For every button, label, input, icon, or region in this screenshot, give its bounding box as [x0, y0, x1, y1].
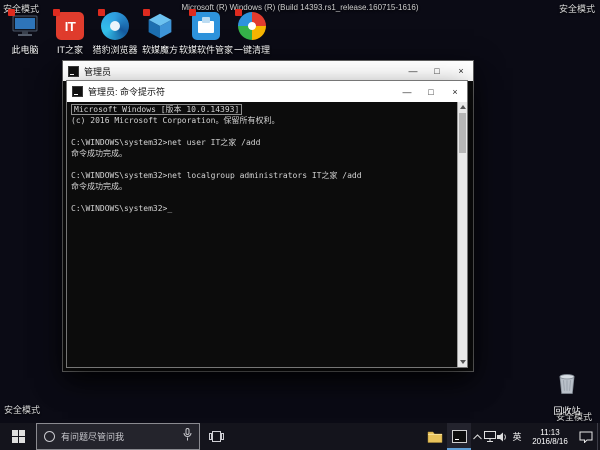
maximize-button[interactable]: □: [419, 81, 443, 102]
recycle-bin-icon: [553, 368, 581, 396]
clock-time: 11:13: [540, 428, 559, 437]
chevron-up-icon: [473, 434, 482, 440]
microphone-icon[interactable]: [183, 428, 192, 446]
liebao-browser-icon: [101, 12, 129, 40]
taskbar-cmd-button[interactable]: [447, 423, 471, 450]
scroll-up-arrow[interactable]: [458, 102, 467, 112]
console-prompt-line: C:\WINDOWS\system32>_: [71, 203, 453, 214]
tray-network-button[interactable]: [483, 423, 496, 450]
console-line: 命令成功完成。: [71, 181, 453, 192]
close-button[interactable]: ×: [449, 61, 473, 81]
red-badge: [8, 9, 15, 16]
red-badge: [143, 9, 150, 16]
speaker-icon: [497, 432, 508, 442]
safe-mode-watermark-top-right: 安全模式: [559, 2, 595, 15]
recycle-bin[interactable]: 回收站: [544, 368, 590, 417]
red-badge: [235, 9, 242, 16]
console-line: C:\WINDOWS\system32>net localgroup admin…: [71, 170, 453, 181]
red-badge: [98, 9, 105, 16]
task-view-icon: [209, 430, 224, 443]
minimize-button[interactable]: —: [401, 61, 425, 81]
windows-logo-icon: [12, 430, 25, 443]
one-click-clean-icon: [238, 12, 266, 40]
cmd-icon: [452, 430, 467, 443]
maximize-button[interactable]: □: [425, 61, 449, 81]
scroll-down-arrow[interactable]: [458, 357, 467, 367]
action-center-button[interactable]: [575, 423, 597, 450]
console-line: Microsoft Windows [版本 10.0.14393]: [71, 104, 453, 115]
console-line: (c) 2016 Microsoft Corporation。保留所有权利。: [71, 115, 453, 126]
red-badge: [53, 9, 60, 16]
start-button[interactable]: [0, 423, 36, 450]
titlebar[interactable]: 管理员: 命令提示符 — □ ×: [67, 81, 467, 102]
scrollbar-thumb[interactable]: [459, 113, 466, 153]
tray-clock[interactable]: 11:13 2016/8/16: [525, 423, 575, 450]
safe-mode-watermark-bottom-left: 安全模式: [4, 403, 40, 416]
window-title: 管理员: 命令提示符: [88, 85, 395, 98]
console-output[interactable]: Microsoft Windows [版本 10.0.14393] (c) 20…: [67, 102, 467, 367]
cmd-icon: [68, 66, 79, 77]
taskbar: 有问题尽管问我: [0, 423, 600, 450]
windows-build-watermark: Microsoft (R) Windows (R) (Build 14393.r…: [182, 3, 419, 12]
recycle-bin-label: 回收站: [524, 404, 600, 417]
search-placeholder: 有问题尽管问我: [61, 430, 177, 443]
window-title: 管理员: [84, 65, 401, 78]
action-center-icon: [579, 431, 593, 443]
console-line: [71, 159, 453, 170]
clock-date: 2016/8/16: [532, 437, 568, 446]
desktop-icon-one-click-clean[interactable]: 一键清理: [229, 12, 275, 56]
cortana-search-box[interactable]: 有问题尽管问我: [36, 423, 200, 450]
ithome-icon: IT: [56, 12, 84, 40]
tray-volume-button[interactable]: [496, 423, 509, 450]
titlebar[interactable]: 管理员 — □ ×: [63, 61, 473, 81]
console-version-line: Microsoft Windows [版本 10.0.14393]: [71, 104, 242, 115]
console-line: [71, 126, 453, 137]
console-line: 命令成功完成。: [71, 148, 453, 159]
taskbar-file-explorer-button[interactable]: [423, 423, 447, 450]
ruanmei-mofang-icon: [146, 12, 174, 40]
console-line: C:\WINDOWS\system32>net user IT之家 /add: [71, 137, 453, 148]
console-line: [71, 192, 453, 203]
task-view-button[interactable]: [200, 423, 232, 450]
cortana-icon: [44, 431, 55, 442]
red-badge: [189, 9, 196, 16]
desktop-icon-label: 一键清理: [209, 43, 295, 56]
close-button[interactable]: ×: [443, 81, 467, 102]
cmd-icon: [72, 86, 83, 97]
software-manager-icon: [192, 12, 220, 40]
minimize-button[interactable]: —: [395, 81, 419, 102]
network-icon: [484, 431, 496, 442]
cmd-window[interactable]: 管理员: 命令提示符 — □ × Microsoft Windows [版本 1…: [66, 80, 468, 368]
this-pc-icon: [11, 12, 39, 40]
tray-show-hidden-icons-button[interactable]: [471, 423, 483, 450]
folder-icon: [427, 430, 443, 443]
desktop[interactable]: 安全模式 Microsoft (R) Windows (R) (Build 14…: [0, 0, 600, 450]
tray-language-indicator[interactable]: 英: [509, 423, 525, 450]
console-scrollbar[interactable]: [457, 102, 467, 367]
